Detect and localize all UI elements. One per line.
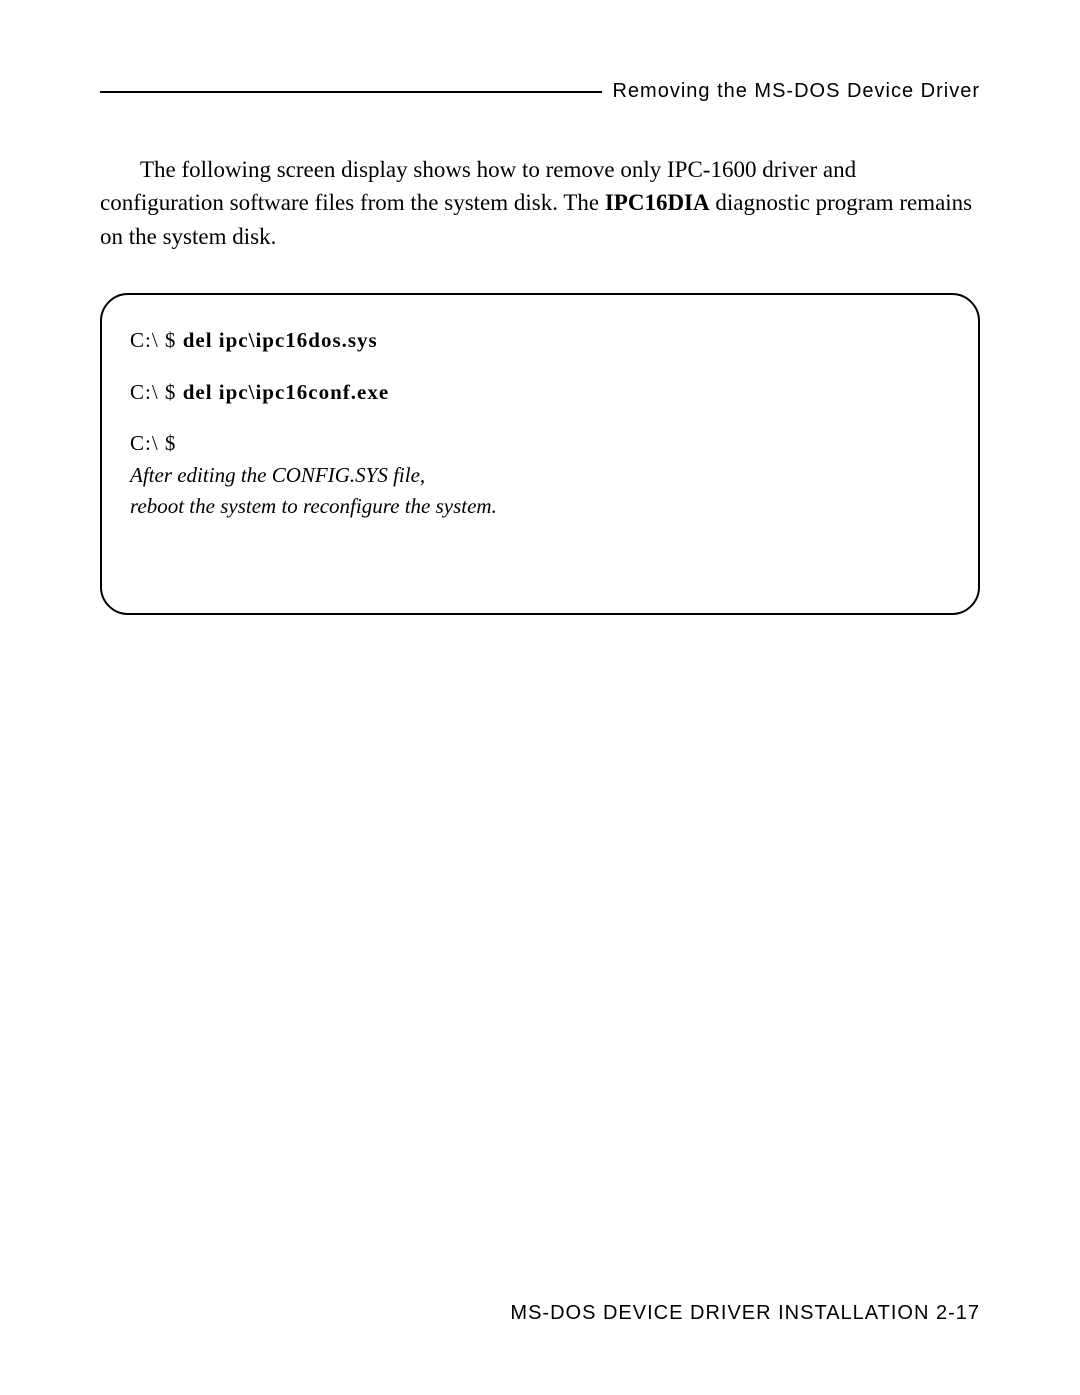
prompt-3: C:\ $	[130, 431, 176, 455]
terminal-box: C:\ $ del ipc\ipc16dos.sys C:\ $ del ipc…	[100, 293, 980, 615]
command-1: del ipc\ipc16dos.sys	[183, 328, 378, 352]
paragraph-bold: IPC16DIA	[605, 190, 710, 215]
terminal-line-3: C:\ $	[130, 428, 950, 460]
header-title: Removing the MS-DOS Device Driver	[602, 80, 980, 103]
prompt-1: C:\ $	[130, 328, 183, 352]
body-paragraph: The following screen display shows how t…	[100, 153, 980, 253]
header-rule	[100, 91, 602, 93]
page: Removing the MS-DOS Device Driver The fo…	[0, 0, 1080, 1395]
prompt-2: C:\ $	[130, 380, 183, 404]
terminal-line-1: C:\ $ del ipc\ipc16dos.sys	[130, 325, 950, 357]
terminal-note-1: After editing the CONFIG.SYS file,	[130, 460, 950, 492]
footer-text: MS-DOS DEVICE DRIVER INSTALLATION 2-17	[510, 1302, 980, 1325]
terminal-note-2: reboot the system to reconfigure the sys…	[130, 491, 950, 523]
command-2: del ipc\ipc16conf.exe	[183, 380, 389, 404]
header-line: Removing the MS-DOS Device Driver	[100, 80, 980, 103]
terminal-line-2: C:\ $ del ipc\ipc16conf.exe	[130, 377, 950, 409]
